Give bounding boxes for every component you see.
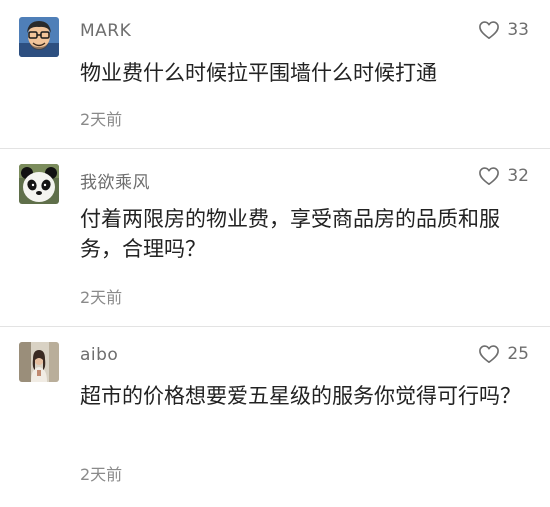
comment-text: 物业费什么时候拉平围墙什么时候打通 [80, 61, 437, 85]
like-button[interactable]: 33 [478, 20, 529, 40]
like-count: 25 [507, 344, 529, 364]
comment-list: MARK 33 物业费什么时候拉平围墙什么时候打通 2天前 我欲乘风 32 付着… [0, 0, 550, 507]
divider [0, 326, 550, 327]
comment-text: 超市的价格想要爱五星级的服务你觉得可行吗？ [80, 384, 521, 408]
avatar[interactable] [19, 164, 59, 204]
comment-time: 2天前 [80, 288, 123, 307]
like-button[interactable]: 25 [478, 344, 529, 364]
comment-time: 2天前 [80, 465, 123, 484]
woman-photo-avatar-icon [19, 342, 59, 382]
comment-time: 2天前 [80, 110, 123, 129]
heart-icon [479, 167, 500, 185]
comment-username[interactable]: MARK [80, 21, 131, 41]
man-glasses-avatar-icon [19, 17, 59, 57]
like-count: 32 [507, 166, 529, 186]
avatar[interactable] [19, 342, 59, 382]
comment-username[interactable]: aibo [80, 345, 118, 365]
comment-text: 付着两限房的物业费，享受商品房的品质和服务，合理吗？ [80, 207, 500, 261]
panda-avatar-icon [19, 164, 59, 204]
avatar[interactable] [19, 17, 59, 57]
like-count: 33 [507, 20, 529, 40]
divider [0, 148, 550, 149]
heart-icon [479, 345, 500, 363]
heart-icon [479, 21, 500, 39]
like-button[interactable]: 32 [478, 166, 529, 186]
comment-username[interactable]: 我欲乘风 [80, 168, 150, 193]
